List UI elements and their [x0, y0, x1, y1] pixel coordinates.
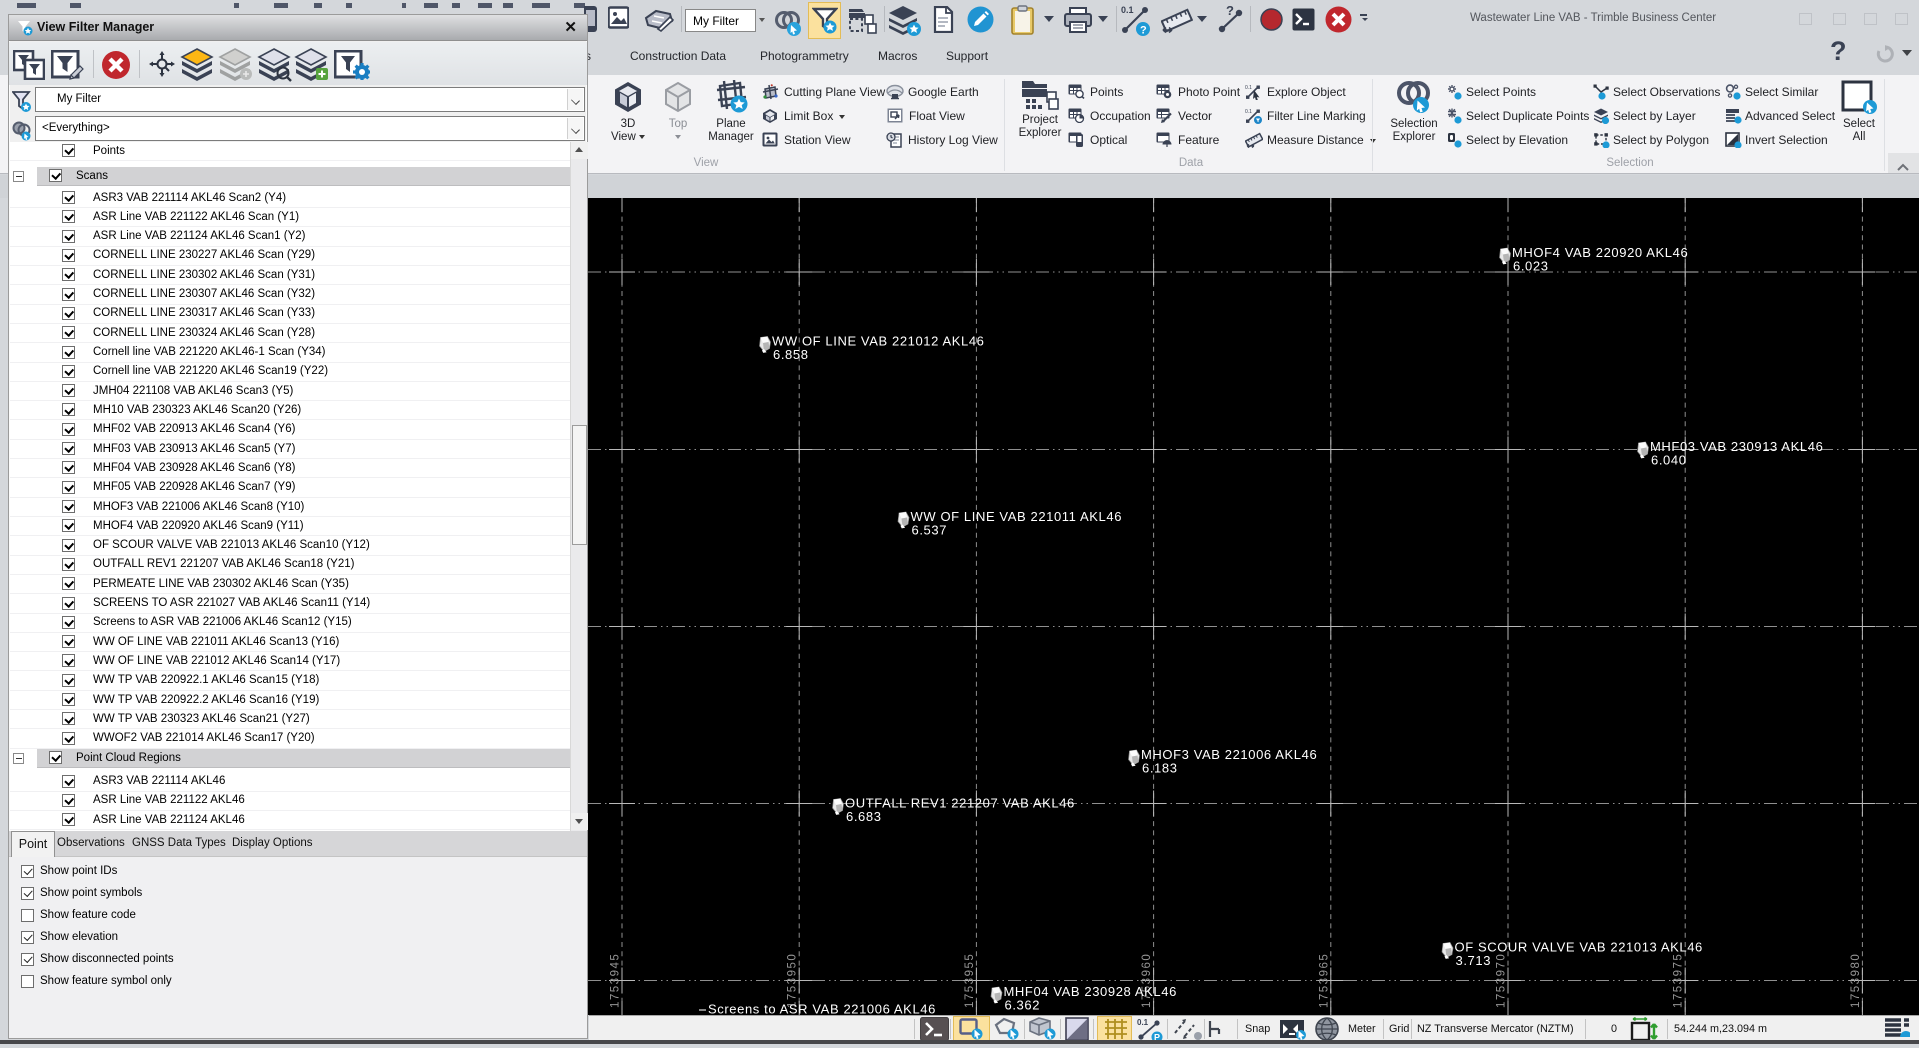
svg-text:1753965: 1753965 [1318, 953, 1330, 1008]
svg-text:6.183: 6.183 [1142, 761, 1178, 776]
svg-text:6.023: 6.023 [1513, 259, 1549, 274]
svg-text:?: ? [1140, 25, 1147, 37]
svg-text:3.713: 3.713 [1456, 953, 1492, 968]
svg-text:6.537: 6.537 [912, 523, 948, 538]
svg-text:1753950: 1753950 [787, 953, 799, 1008]
svg-text:1753970: 1753970 [1496, 953, 1508, 1008]
svg-text:1753960: 1753960 [1141, 953, 1153, 1008]
svg-text:1753955: 1753955 [964, 953, 976, 1008]
svg-text:1753980: 1753980 [1850, 953, 1862, 1008]
svg-text:0.1: 0.1 [1245, 109, 1252, 115]
svg-text:0.1: 0.1 [1245, 85, 1252, 91]
svg-text:6.040: 6.040 [1651, 453, 1687, 468]
svg-text:?: ? [1226, 5, 1234, 18]
svg-text:Screens to ASR VAB 221006 AKL4: Screens to ASR VAB 221006 AKL46 [708, 1002, 936, 1016]
svg-text:0.1: 0.1 [1121, 5, 1134, 15]
svg-text:6.683: 6.683 [846, 809, 882, 824]
svg-text:1753945: 1753945 [610, 953, 622, 1008]
svg-text:1753975: 1753975 [1673, 953, 1685, 1008]
svg-text:6.858: 6.858 [773, 347, 809, 362]
svg-text:OF SCOUR VALVE VAB 221013 AKL4: OF SCOUR VALVE VAB 221013 AKL46 [1455, 940, 1703, 955]
svg-text:0.1: 0.1 [1137, 1018, 1149, 1027]
svg-text:6.362: 6.362 [1005, 998, 1041, 1013]
